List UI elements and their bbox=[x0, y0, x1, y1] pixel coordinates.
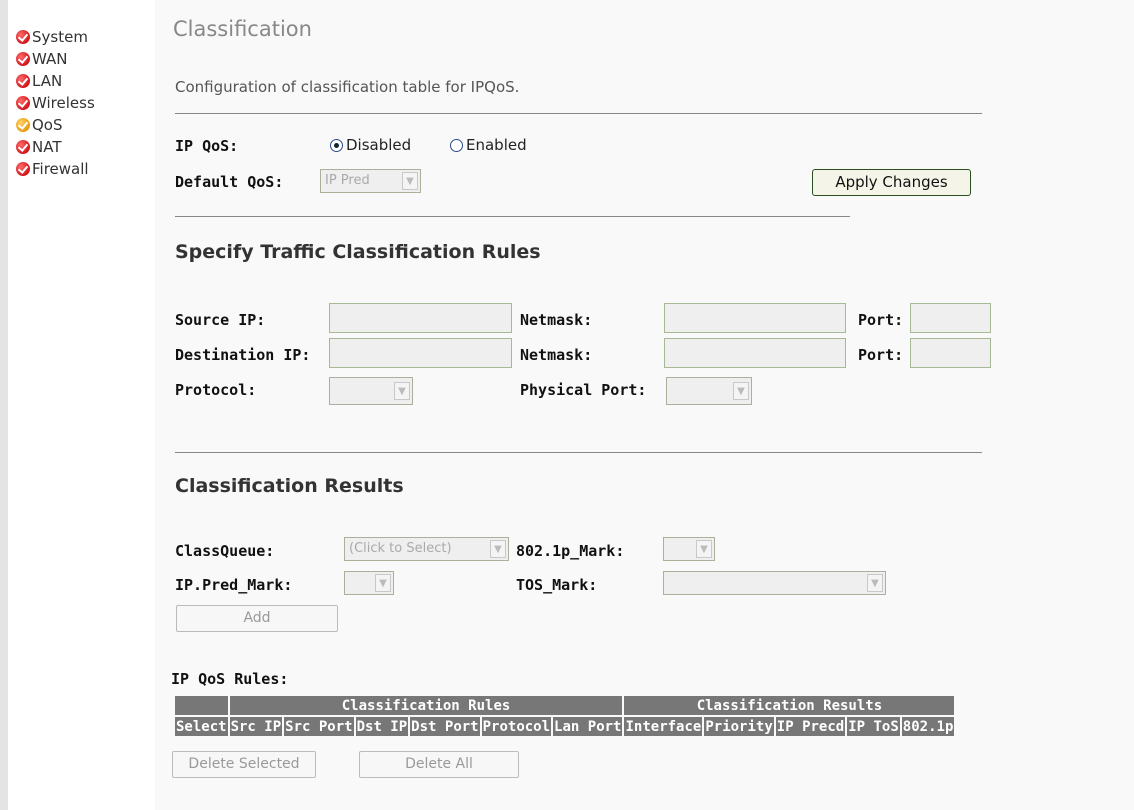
chevron-down-icon: ▼ bbox=[490, 540, 506, 558]
physical-port-label: Physical Port: bbox=[520, 381, 647, 399]
sidebar-item-label: LAN bbox=[32, 72, 63, 90]
sidebar-nav: System WAN LAN Wireless QoS NAT Firewall bbox=[16, 26, 146, 180]
column-header: Dst IP bbox=[355, 717, 409, 736]
source-port-label: Port: bbox=[858, 311, 904, 329]
main-panel: Classification Configuration of classifi… bbox=[155, 0, 1134, 810]
protocol-label: Protocol: bbox=[175, 381, 257, 399]
sidebar-item-lan[interactable]: LAN bbox=[16, 70, 146, 92]
red-check-icon bbox=[16, 74, 30, 88]
red-check-icon bbox=[16, 140, 30, 154]
protocol-select[interactable]: ▼ bbox=[329, 377, 413, 405]
divider bbox=[175, 113, 982, 114]
sidebar-item-wan[interactable]: WAN bbox=[16, 48, 146, 70]
column-header: IP ToS bbox=[847, 717, 900, 736]
red-check-icon bbox=[16, 52, 30, 66]
chevron-down-icon: ▼ bbox=[696, 540, 712, 558]
table-header-spacer bbox=[175, 696, 228, 715]
physical-port-select[interactable]: ▼ bbox=[666, 377, 752, 405]
sidebar-item-nat[interactable]: NAT bbox=[16, 136, 146, 158]
ip-qos-disabled-radio[interactable]: Disabled bbox=[330, 136, 411, 154]
ip-qos-rules-label: IP QoS Rules: bbox=[171, 670, 289, 688]
radio-label: Disabled bbox=[346, 136, 412, 154]
add-button[interactable]: Add bbox=[176, 605, 338, 632]
page-description: Configuration of classification table fo… bbox=[175, 78, 520, 96]
radio-unchecked-icon bbox=[450, 138, 463, 152]
column-header: Src Port bbox=[284, 717, 354, 736]
classification-results-heading: Classification Results bbox=[175, 475, 404, 497]
traffic-rules-heading: Specify Traffic Classification Rules bbox=[175, 241, 541, 263]
ip-qos-rules-table: Classification Rules Classification Resu… bbox=[173, 694, 956, 738]
tos-mark-label: TOS_Mark: bbox=[516, 576, 598, 594]
sidebar-item-label: System bbox=[32, 28, 88, 46]
ip-pred-mark-select[interactable]: ▼ bbox=[344, 571, 394, 595]
destination-netmask-label: Netmask: bbox=[520, 346, 593, 364]
page-title: Classification bbox=[173, 17, 312, 41]
destination-port-input[interactable] bbox=[910, 338, 991, 368]
source-netmask-label: Netmask: bbox=[520, 311, 593, 329]
destination-ip-label: Destination IP: bbox=[175, 346, 311, 364]
red-check-icon bbox=[16, 162, 30, 176]
sidebar-item-label: Wireless bbox=[32, 94, 95, 112]
default-qos-select[interactable]: IP Pred ▼ bbox=[320, 169, 421, 193]
radio-checked-icon bbox=[330, 138, 343, 152]
table-column-header-row: Select Src IP Src Port Dst IP Dst Port P… bbox=[175, 717, 955, 736]
ip-qos-enabled-radio[interactable]: Enabled bbox=[450, 136, 527, 154]
column-header: 802.1p bbox=[901, 717, 955, 736]
chevron-down-icon: ▼ bbox=[394, 382, 410, 400]
apply-changes-button[interactable]: Apply Changes bbox=[812, 169, 971, 196]
column-header: Lan Port bbox=[553, 717, 623, 736]
tos-mark-select[interactable]: ▼ bbox=[663, 571, 886, 595]
source-port-input[interactable] bbox=[910, 303, 991, 333]
sidebar-item-qos[interactable]: QoS bbox=[16, 114, 146, 136]
chevron-down-icon: ▼ bbox=[733, 382, 749, 400]
mark-8021p-select[interactable]: ▼ bbox=[663, 537, 715, 561]
column-header: Protocol bbox=[481, 717, 552, 736]
column-header: Select bbox=[175, 717, 228, 736]
orange-check-icon bbox=[16, 118, 30, 132]
ip-qos-label: IP QoS: bbox=[175, 137, 239, 155]
sidebar-item-label: NAT bbox=[32, 138, 62, 156]
classqueue-value: (Click to Select) bbox=[349, 541, 452, 556]
source-ip-input[interactable] bbox=[329, 303, 512, 333]
sidebar-item-label: QoS bbox=[32, 116, 63, 134]
column-header: Src IP bbox=[229, 717, 283, 736]
divider bbox=[175, 216, 850, 217]
destination-port-label: Port: bbox=[858, 346, 904, 364]
source-ip-label: Source IP: bbox=[175, 311, 266, 329]
sidebar-item-system[interactable]: System bbox=[16, 26, 146, 48]
source-netmask-input[interactable] bbox=[664, 303, 846, 333]
column-header: IP Precd bbox=[775, 717, 846, 736]
radio-label: Enabled bbox=[466, 136, 527, 154]
classqueue-label: ClassQueue: bbox=[175, 542, 275, 560]
red-check-icon bbox=[16, 96, 30, 110]
delete-all-button[interactable]: Delete All bbox=[359, 751, 519, 778]
sidebar-item-label: WAN bbox=[32, 50, 68, 68]
red-check-icon bbox=[16, 30, 30, 44]
sidebar-item-label: Firewall bbox=[32, 160, 89, 178]
chevron-down-icon: ▼ bbox=[375, 574, 391, 592]
default-qos-value: IP Pred bbox=[325, 173, 370, 188]
column-header: Interface bbox=[624, 717, 703, 736]
left-border bbox=[0, 0, 8, 810]
classqueue-select[interactable]: (Click to Select) ▼ bbox=[344, 537, 509, 561]
destination-netmask-input[interactable] bbox=[664, 338, 846, 368]
destination-ip-input[interactable] bbox=[329, 338, 512, 368]
classification-results-group-header: Classification Results bbox=[624, 696, 955, 715]
divider bbox=[175, 452, 982, 453]
classification-rules-group-header: Classification Rules bbox=[229, 696, 623, 715]
column-header: Priority bbox=[704, 717, 774, 736]
delete-selected-button[interactable]: Delete Selected bbox=[172, 751, 316, 778]
chevron-down-icon: ▼ bbox=[867, 574, 883, 592]
chevron-down-icon: ▼ bbox=[402, 172, 418, 190]
default-qos-label: Default QoS: bbox=[175, 173, 284, 191]
ip-pred-mark-label: IP.Pred_Mark: bbox=[175, 576, 293, 594]
mark-8021p-label: 802.1p_Mark: bbox=[516, 542, 625, 560]
column-header: Dst Port bbox=[410, 717, 480, 736]
table-group-header-row: Classification Rules Classification Resu… bbox=[175, 696, 955, 715]
sidebar-item-firewall[interactable]: Firewall bbox=[16, 158, 146, 180]
sidebar-item-wireless[interactable]: Wireless bbox=[16, 92, 146, 114]
